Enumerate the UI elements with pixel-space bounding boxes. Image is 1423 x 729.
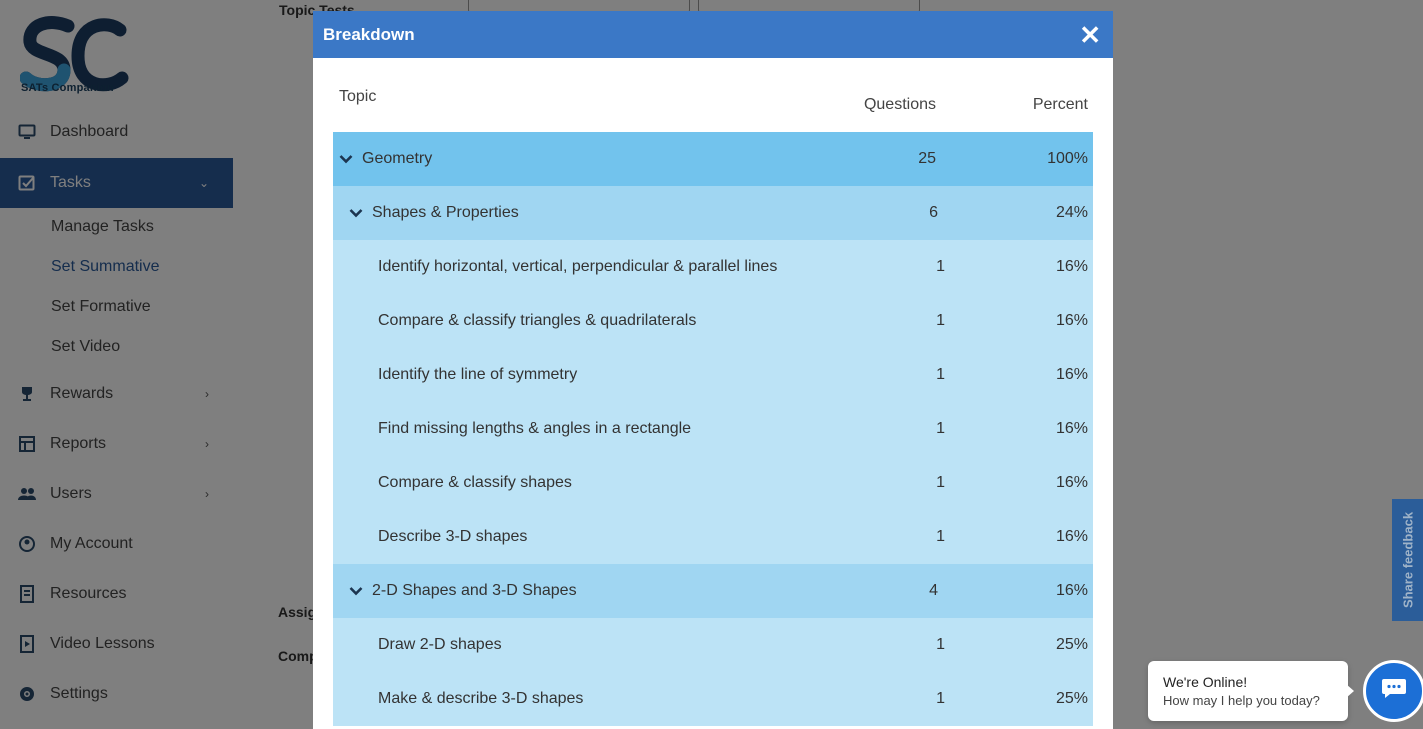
share-feedback-tab[interactable]: Share feedback xyxy=(1392,499,1423,621)
row-topic: 2-D Shapes and 3-D Shapes xyxy=(349,564,577,618)
chevron-down-icon[interactable] xyxy=(339,154,356,164)
chevron-down-icon[interactable] xyxy=(349,586,366,596)
breakdown-modal: Breakdown ✕ Topic Questions Percent Geom… xyxy=(313,11,1113,729)
column-header-percent: Percent xyxy=(1032,96,1088,113)
row-percent: 16% xyxy=(1055,474,1088,491)
row-topic: Shapes & Properties xyxy=(349,186,519,240)
chat-subtitle: How may I help you today? xyxy=(1163,693,1320,708)
chevron-down-icon[interactable] xyxy=(349,208,366,218)
table-row: Identify the line of symmetry 1 16% xyxy=(333,348,1093,402)
row-questions: 1 xyxy=(936,312,945,329)
row-questions: 6 xyxy=(929,204,938,221)
row-topic-label: Identify the line of symmetry xyxy=(378,366,578,383)
chat-icon xyxy=(1381,677,1407,706)
row-topic-label: Shapes & Properties xyxy=(372,204,519,221)
table-row: Compare & classify shapes 1 16% xyxy=(333,456,1093,510)
row-percent: 16% xyxy=(1055,258,1088,275)
row-topic-label: Describe 3-D shapes xyxy=(378,528,528,545)
close-icon[interactable]: ✕ xyxy=(1079,22,1101,48)
row-questions: 1 xyxy=(936,528,945,545)
row-topic-label: Find missing lengths & angles in a recta… xyxy=(378,420,692,437)
row-percent: 25% xyxy=(1055,690,1088,707)
table-row[interactable]: Geometry 25 100% xyxy=(333,132,1093,186)
row-topic-label: 2-D Shapes and 3-D Shapes xyxy=(372,582,577,599)
row-topic-label: Draw 2-D shapes xyxy=(378,636,502,653)
table-row: Make & describe 3-D shapes 1 25% xyxy=(333,672,1093,726)
table-row[interactable]: 2-D Shapes and 3-D Shapes 4 16% xyxy=(333,564,1093,618)
column-header-questions: Questions xyxy=(863,96,936,113)
modal-title: Breakdown xyxy=(323,24,415,44)
chat-title: We're Online! xyxy=(1163,674,1248,690)
table-row: Find missing lengths & angles in a recta… xyxy=(333,402,1093,456)
modal-header: Breakdown ✕ xyxy=(313,11,1113,58)
row-percent: 16% xyxy=(1055,528,1088,545)
table-row: Describe 3-D shapes 1 16% xyxy=(333,510,1093,564)
table-header: Topic Questions Percent xyxy=(333,78,1093,132)
table-row[interactable]: Shapes & Properties 6 24% xyxy=(333,186,1093,240)
row-questions: 1 xyxy=(936,420,945,437)
row-percent: 25% xyxy=(1055,636,1088,653)
row-percent: 16% xyxy=(1055,582,1088,599)
chat-launcher-button[interactable] xyxy=(1363,660,1423,722)
row-questions: 1 xyxy=(936,366,945,383)
row-questions: 4 xyxy=(929,582,938,599)
share-feedback-label: Share feedback xyxy=(1400,511,1415,609)
row-topic-label: Make & describe 3-D shapes xyxy=(378,690,584,707)
table-row: Compare & classify triangles & quadrilat… xyxy=(333,294,1093,348)
breakdown-table: Topic Questions Percent Geometry 25 100%… xyxy=(333,78,1093,726)
table-row: Draw 2-D shapes 1 25% xyxy=(333,618,1093,672)
row-questions: 1 xyxy=(936,690,945,707)
chat-greeting-bubble[interactable]: We're Online! How may I help you today? xyxy=(1148,661,1348,721)
row-percent: 16% xyxy=(1055,312,1088,329)
row-percent: 100% xyxy=(1047,150,1088,167)
row-questions: 1 xyxy=(936,258,945,275)
column-header-topic: Topic xyxy=(339,88,377,105)
row-topic: Geometry xyxy=(339,132,432,186)
row-percent: 16% xyxy=(1055,366,1088,383)
chat-bubble-pointer xyxy=(1346,684,1354,698)
row-percent: 16% xyxy=(1055,420,1088,437)
row-questions: 1 xyxy=(936,636,945,653)
row-topic-label: Identify horizontal, vertical, perpendic… xyxy=(378,258,778,275)
table-row: Identify horizontal, vertical, perpendic… xyxy=(333,240,1093,294)
row-questions: 25 xyxy=(918,150,936,167)
row-topic-label: Compare & classify shapes xyxy=(378,474,572,491)
row-questions: 1 xyxy=(936,474,945,491)
row-topic-label: Geometry xyxy=(362,150,433,167)
row-topic-label: Compare & classify triangles & quadrilat… xyxy=(378,312,697,329)
row-percent: 24% xyxy=(1055,204,1088,221)
